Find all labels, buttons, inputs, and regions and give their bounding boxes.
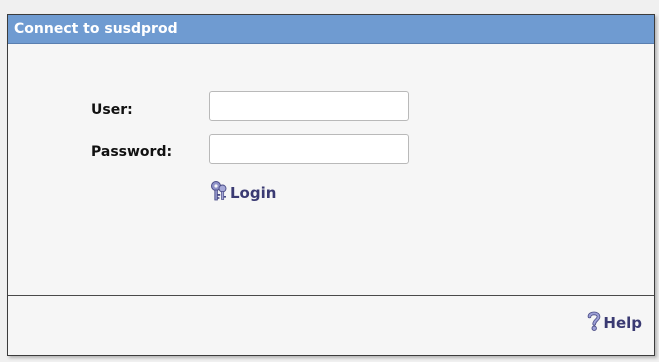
user-input[interactable] [209,91,409,121]
dialog-title: Connect to susdprod [14,21,178,37]
dialog-titlebar[interactable]: Connect to susdprod [8,15,654,44]
footer-divider [8,295,654,296]
connect-dialog: Connect to susdprod User: Password: Logi… [7,14,655,356]
user-label: User: [91,102,133,118]
password-label: Password: [91,144,173,160]
login-label: Login [230,184,277,202]
keys-icon [210,180,228,206]
help-button[interactable]: Help [587,310,642,336]
login-button[interactable]: Login [210,180,276,206]
help-label: Help [603,314,642,332]
password-input[interactable] [209,134,409,164]
question-mark-icon [587,310,601,336]
